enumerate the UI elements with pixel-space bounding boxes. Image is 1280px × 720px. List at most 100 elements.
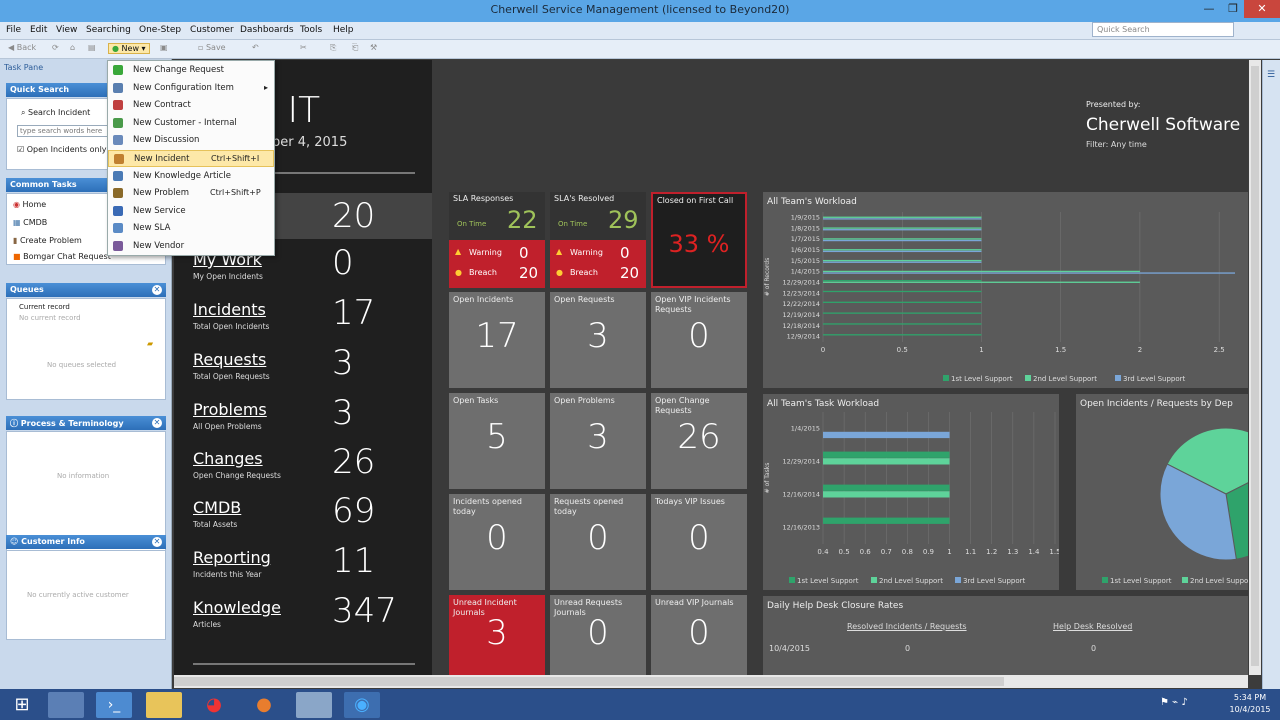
cherwell-app-icon[interactable]: ◉	[344, 692, 380, 718]
quick-search-input[interactable]: Quick Search	[1092, 22, 1234, 37]
file-explorer-icon[interactable]	[146, 692, 182, 718]
common-task-home[interactable]: ◉ Home	[13, 200, 46, 209]
side-panel-tab[interactable]: ☰	[1262, 60, 1280, 689]
metric-link[interactable]: Reporting	[193, 548, 271, 567]
menu-item[interactable]: New Customer - Internal	[108, 115, 274, 132]
menu-item[interactable]: New Incident Ctrl+Shift+I	[108, 150, 274, 167]
powershell-icon[interactable]: ›_	[96, 692, 132, 718]
first-call-value: 33 %	[668, 230, 730, 258]
save-icon[interactable]: ▣	[160, 43, 168, 52]
metric-link[interactable]: Problems	[193, 400, 267, 419]
save-button[interactable]: ▫ Save	[198, 43, 226, 52]
dashboard-tile[interactable]: Open Problems 3	[550, 393, 646, 489]
close-button[interactable]: ✕	[1244, 0, 1280, 18]
task-pane-title: Task Pane	[4, 63, 44, 72]
y-tick-label: 12/29/2014	[783, 278, 820, 286]
search-incident-label[interactable]: ⌕ Search Incident	[21, 108, 90, 118]
menu-edit[interactable]: Edit	[30, 25, 47, 35]
tray-icons[interactable]: ⚑ ⌁ ♪	[1160, 697, 1188, 708]
dashboard-tile[interactable]: Unread VIP Journals 0	[651, 595, 747, 675]
menu-help[interactable]: Help	[333, 25, 354, 35]
warning-value: 0	[620, 244, 630, 262]
open-incidents-checkbox[interactable]: ☑ Open Incidents only	[17, 145, 107, 154]
cut-icon[interactable]: ✂	[300, 43, 307, 52]
queue-icon[interactable]: ▰	[147, 339, 153, 348]
h-scrollbar-thumb[interactable]	[174, 677, 1004, 686]
metric-link[interactable]: Incidents	[193, 300, 266, 319]
close-icon[interactable]: ✕	[152, 285, 162, 295]
menu-customer[interactable]: Customer	[190, 25, 234, 35]
x-tick-label: 1.1	[965, 548, 976, 556]
first-call-tile[interactable]: Closed on First Call 33 %	[651, 192, 747, 288]
vertical-scrollbar[interactable]	[1249, 60, 1261, 675]
close-icon[interactable]: ✕	[152, 537, 162, 547]
tools-icon[interactable]: ⚒	[370, 43, 377, 52]
copy-icon[interactable]: ⎘	[330, 43, 336, 53]
dashboard-tile[interactable]: Open Incidents 17	[449, 292, 545, 388]
menu-searching[interactable]: Searching	[86, 25, 131, 35]
start-icon[interactable]: ⊞	[4, 692, 40, 718]
minimize-button[interactable]: —	[1196, 0, 1222, 18]
customer-info-header[interactable]: ☺ Customer Info ✕	[6, 535, 166, 549]
dashboard-tile[interactable]: Unread Incident Journals 3	[449, 595, 545, 675]
menu-item[interactable]: New Vendor	[108, 238, 274, 255]
dashboard-tile[interactable]: Incidents opened today 0	[449, 494, 545, 590]
chrome-icon[interactable]: ◕	[196, 692, 232, 718]
server-manager-icon[interactable]	[48, 692, 84, 718]
menu-item[interactable]: New Service	[108, 203, 274, 220]
dashboard-tile[interactable]: Open Requests 3	[550, 292, 646, 388]
back-button[interactable]: ◀ Back	[8, 43, 36, 52]
dashboard-tile[interactable]: Todays VIP Issues 0	[651, 494, 747, 590]
metric-link[interactable]: CMDB	[193, 498, 241, 517]
app-window-icon[interactable]	[296, 692, 332, 718]
menu-file[interactable]: File	[6, 25, 21, 35]
home-icon: ◉	[13, 200, 20, 209]
menu-item[interactable]: New Contract	[108, 97, 274, 114]
dashboard-tile[interactable]: Requests opened today 0	[550, 494, 646, 590]
dashboard-tile[interactable]: Open Change Requests 26	[651, 393, 747, 489]
sla-resolved-tile[interactable]: SLA's Resolved On Time 29 ▲ Warning 0 ● …	[550, 192, 646, 288]
menu-item[interactable]: New Configuration Item ▸	[108, 80, 274, 97]
metric-link[interactable]: Changes	[193, 449, 263, 468]
refresh-icon[interactable]: ⟳	[52, 43, 59, 52]
common-task-bomgar[interactable]: ■ Bomgar Chat Request	[13, 252, 111, 261]
menu-one-step[interactable]: One-Step	[139, 25, 181, 35]
dashboard-tile[interactable]: Open VIP Incidents Requests 0	[651, 292, 747, 388]
horizontal-scrollbar[interactable]	[174, 675, 1248, 688]
dashboard-tile[interactable]: Open Tasks 5	[449, 393, 545, 489]
home-icon[interactable]: ⌂	[70, 43, 75, 52]
process-header[interactable]: ⓘ Process & Terminology ✕	[6, 416, 166, 430]
paste-icon[interactable]: ⎗	[352, 43, 358, 53]
common-task-create-problem[interactable]: ▮ Create Problem	[13, 236, 82, 245]
scrollbar-thumb[interactable]	[1251, 66, 1259, 666]
menu-item[interactable]: New Change Request	[108, 62, 274, 79]
metric-link[interactable]: Knowledge	[193, 598, 281, 617]
common-task-cmdb[interactable]: ▦ CMDB	[13, 218, 47, 227]
dashboard-tile[interactable]: Unread Requests Journals 0	[550, 595, 646, 675]
metric-sub: Total Assets	[193, 520, 238, 529]
close-icon[interactable]: ✕	[152, 418, 162, 428]
menu-tools[interactable]: Tools	[300, 25, 322, 35]
clock-time[interactable]: 5:34 PM	[1225, 693, 1275, 702]
maximize-button[interactable]: ❐	[1220, 0, 1246, 18]
bar	[823, 227, 982, 229]
search-words-input[interactable]: type search words here	[17, 125, 113, 137]
menu-item[interactable]: New Problem Ctrl+Shift+P	[108, 185, 274, 202]
menu-item[interactable]: New Discussion	[108, 132, 274, 149]
queues-header[interactable]: Queues ✕	[6, 283, 166, 297]
menu-item-label: New Incident	[134, 154, 190, 164]
closure-col1-header[interactable]: Resolved Incidents / Requests	[847, 622, 967, 631]
app-orange-icon[interactable]: ●	[246, 692, 282, 718]
menu-view[interactable]: View	[56, 25, 77, 35]
new-button[interactable]: ● New ▾	[108, 43, 150, 54]
print-icon[interactable]: ▤	[88, 43, 96, 52]
undo-icon[interactable]: ↶	[252, 43, 259, 52]
sla-responses-tile[interactable]: SLA Responses On Time 22 ▲ Warning 0 ● B…	[449, 192, 545, 288]
clock-date[interactable]: 10/4/2015	[1225, 705, 1275, 714]
menu-item[interactable]: New Knowledge Article	[108, 168, 274, 185]
side-panel-icon[interactable]: ☰	[1267, 70, 1275, 80]
menu-dashboards[interactable]: Dashboards	[240, 25, 294, 35]
metric-link[interactable]: Requests	[193, 350, 266, 369]
closure-col2-header[interactable]: Help Desk Resolved	[1053, 622, 1132, 631]
menu-item[interactable]: New SLA	[108, 220, 274, 237]
